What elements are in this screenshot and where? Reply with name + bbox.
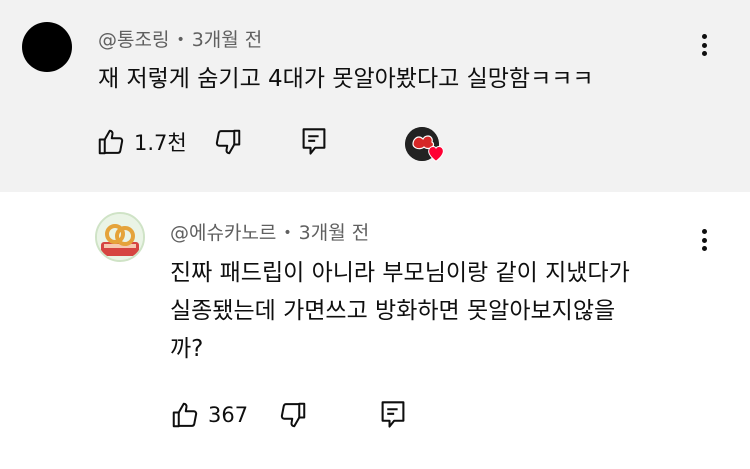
comment-actions: 1.7천 [96,127,327,157]
thumbs-up-icon [172,402,198,428]
like-button[interactable] [170,400,200,430]
heart-icon [428,145,444,162]
like-count: 1.7천 [134,131,187,155]
reply-text-line: 진짜 패드립이 아니라 부모님이랑 같이 지냈다가 [170,260,630,286]
meta-separator: • [176,32,185,48]
meta-separator: • [283,225,292,241]
like-button[interactable] [96,127,126,157]
reply-actions: 367 [170,400,406,430]
comment-text: 재 저렇게 숨기고 4대가 못알아봤다고 실망함ㅋㅋㅋ [98,66,594,92]
comment-thread: @통조링 • 3개월 전 재 저렇게 숨기고 4대가 못알아봤다고 실망함ㅋㅋㅋ 1… [0,0,750,192]
author-name[interactable]: @통조링 [98,29,169,51]
reply-icon [381,401,405,428]
dislike-button[interactable] [213,127,243,157]
reply-text-line: 까? [170,336,204,362]
comment-time[interactable]: 3개월 전 [299,222,370,244]
comment-meta: @통조링 • 3개월 전 [98,25,262,52]
reply-text: 진짜 패드립이 아니라 부모님이랑 같이 지냈다가 실종됐는데 가면쓰고 방화하… [170,254,710,368]
reply-text-line: 실종됐는데 가면쓰고 방화하면 못알아보지않을 [170,298,616,324]
avatar[interactable] [22,22,72,72]
comment-time[interactable]: 3개월 전 [192,29,263,51]
reply-thread: @에슈카노르 • 3개월 전 진짜 패드립이 아니라 부모님이랑 같이 지냈다가 실… [0,192,750,469]
reply-button[interactable] [380,400,406,430]
creator-heart-badge [405,127,445,167]
thumbs-down-icon [280,402,306,428]
thumbs-down-icon [215,129,240,155]
reply-button[interactable] [301,127,327,157]
dislike-button[interactable] [278,400,308,430]
more-vert-icon[interactable] [694,225,714,255]
avatar[interactable] [95,212,145,262]
author-name[interactable]: @에슈카노르 [170,222,276,244]
thumbs-up-icon [98,129,124,155]
more-vert-icon[interactable] [694,30,714,60]
like-count: 367 [208,403,249,427]
comment-meta: @에슈카노르 • 3개월 전 [170,218,369,245]
reply-icon [302,128,326,155]
